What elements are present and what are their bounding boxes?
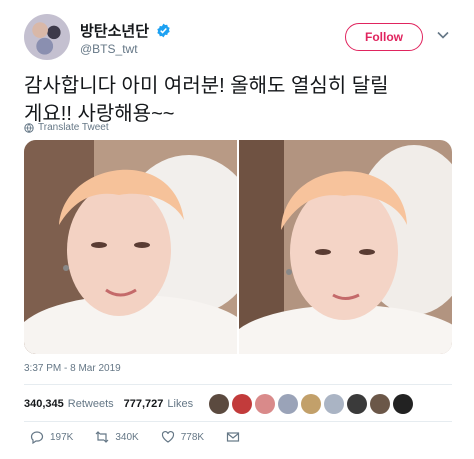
name-wrap: 방탄소년단 xyxy=(80,20,171,41)
divider xyxy=(24,421,452,422)
user-handle[interactable]: @BTS_twt xyxy=(80,42,138,56)
liker-avatar[interactable] xyxy=(209,394,230,414)
tweet-timestamp[interactable]: 3:37 PM - 8 Mar 2019 xyxy=(24,363,121,374)
translate-tweet-link[interactable]: Translate Tweet xyxy=(24,122,109,133)
message-action[interactable] xyxy=(226,430,240,444)
retweet-icon xyxy=(95,431,109,443)
reply-icon xyxy=(30,431,44,444)
display-name[interactable]: 방탄소년단 xyxy=(80,20,149,41)
reply-count: 197K xyxy=(50,431,74,443)
tweet-stats: 340,345 Retweets 777,727 Likes xyxy=(24,392,452,416)
follow-button[interactable]: Follow xyxy=(345,23,423,51)
tweet-photo-2[interactable] xyxy=(239,140,452,354)
like-action[interactable]: 778K xyxy=(161,430,204,444)
retweets-label[interactable]: Retweets xyxy=(68,398,114,410)
tweet-text-line: 감사합니다 아미 여러분! 올해도 열심히 달릴 xyxy=(24,75,389,97)
heart-icon xyxy=(161,430,174,443)
translate-label: Translate Tweet xyxy=(38,122,109,133)
liker-avatar[interactable] xyxy=(255,394,276,414)
liker-avatar[interactable] xyxy=(324,394,345,414)
reply-action[interactable]: 197K xyxy=(30,430,73,444)
liker-avatar[interactable] xyxy=(232,394,253,414)
liker-avatars xyxy=(209,394,414,414)
verified-badge-icon xyxy=(157,23,171,38)
retweet-count: 340K xyxy=(115,431,139,443)
chevron-down-icon[interactable] xyxy=(436,28,450,42)
tweet-text: 감사합니다 아미 여러분! 올해도 열심히 달릴 게요!! 사랑해용~~ xyxy=(24,72,454,128)
liker-avatar[interactable] xyxy=(393,394,414,414)
liker-avatar[interactable] xyxy=(278,394,299,414)
tweet-header: 방탄소년단 @BTS_twt Follow xyxy=(24,14,454,62)
liker-avatar[interactable] xyxy=(370,394,391,414)
tweet-photo-1[interactable] xyxy=(24,140,237,354)
liker-avatar[interactable] xyxy=(301,394,322,414)
envelope-icon xyxy=(226,432,240,442)
globe-icon xyxy=(24,122,34,133)
divider xyxy=(24,384,452,385)
retweets-count[interactable]: 340,345 xyxy=(24,398,64,410)
likes-label[interactable]: Likes xyxy=(167,398,193,410)
liker-avatar[interactable] xyxy=(347,394,368,414)
retweet-action[interactable]: 340K xyxy=(95,430,139,444)
like-count: 778K xyxy=(180,431,205,443)
likes-count[interactable]: 777,727 xyxy=(124,398,164,410)
tweet-actions: 197K 340K 778K xyxy=(30,430,262,444)
avatar[interactable] xyxy=(24,14,70,60)
photo-grid xyxy=(24,140,452,354)
